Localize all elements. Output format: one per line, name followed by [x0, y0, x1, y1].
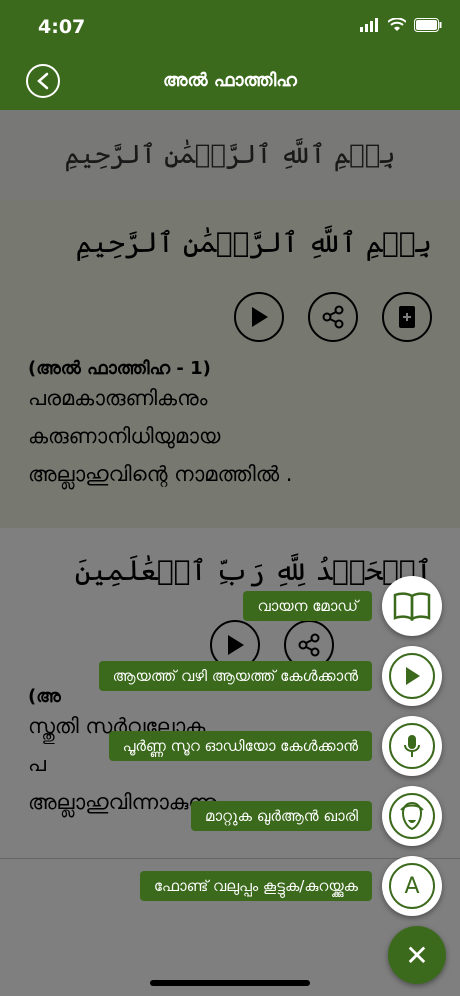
close-menu-button[interactable]: ✕: [388, 926, 446, 984]
status-time: 4:07: [38, 16, 86, 38]
signal-icon: [360, 18, 378, 32]
app-header: അൽ ഫാത്തിഹ: [0, 56, 460, 110]
font-size-ring: A: [389, 863, 435, 909]
open-book-icon: [393, 592, 431, 621]
home-indicator: [150, 980, 310, 986]
font-letter-icon: A: [404, 873, 420, 899]
reciter-button[interactable]: [382, 786, 442, 846]
wifi-icon: [388, 18, 406, 31]
reciter-avatar-icon: [400, 801, 424, 831]
full-audio-button[interactable]: [382, 716, 442, 776]
full-audio-ring: [389, 723, 435, 769]
font-size-label: ഫോണ്ട് വലുപ്പം കൂട്ടുക/കുറയ്ക്കുക: [139, 871, 372, 901]
system-icons: [360, 18, 442, 32]
full-audio-item[interactable]: പൂർണ്ണ സൂറ ഓഡിയോ കേൾക്കാൻ: [108, 716, 442, 776]
reciter-ring: [389, 793, 435, 839]
reading-mode-label: വായന മോഡ്: [243, 591, 372, 621]
reading-mode-item[interactable]: വായന മോഡ്: [243, 576, 442, 636]
ayah-audio-label: ആയത്ത് വഴി ആയത്ത് കേൾക്കാൻ: [98, 661, 372, 691]
reciter-item[interactable]: മാറ്റുക ഖുർആൻ ഖാരി: [191, 786, 442, 846]
ayah-audio-ring: [389, 653, 435, 699]
microphone-icon: [404, 735, 420, 757]
battery-icon: [414, 18, 442, 32]
full-audio-label: പൂർണ്ണ സൂറ ഓഡിയോ കേൾക്കാൻ: [108, 731, 372, 761]
status-bar: 4:07: [0, 0, 460, 56]
reciter-label: മാറ്റുക ഖുർആൻ ഖാരി: [191, 801, 372, 831]
reading-mode-button[interactable]: [382, 576, 442, 636]
play-icon: [406, 667, 420, 685]
ayah-audio-item[interactable]: ആയത്ത് വഴി ആയത്ത് കേൾക്കാൻ: [98, 646, 442, 706]
ayah-audio-button[interactable]: [382, 646, 442, 706]
page-title: അൽ ഫാത്തിഹ: [163, 70, 297, 91]
font-size-item[interactable]: ഫോണ്ട് വലുപ്പം കൂട്ടുക/കുറയ്ക്കുക A: [139, 856, 442, 916]
close-icon: ✕: [405, 938, 429, 972]
font-size-button[interactable]: A: [382, 856, 442, 916]
